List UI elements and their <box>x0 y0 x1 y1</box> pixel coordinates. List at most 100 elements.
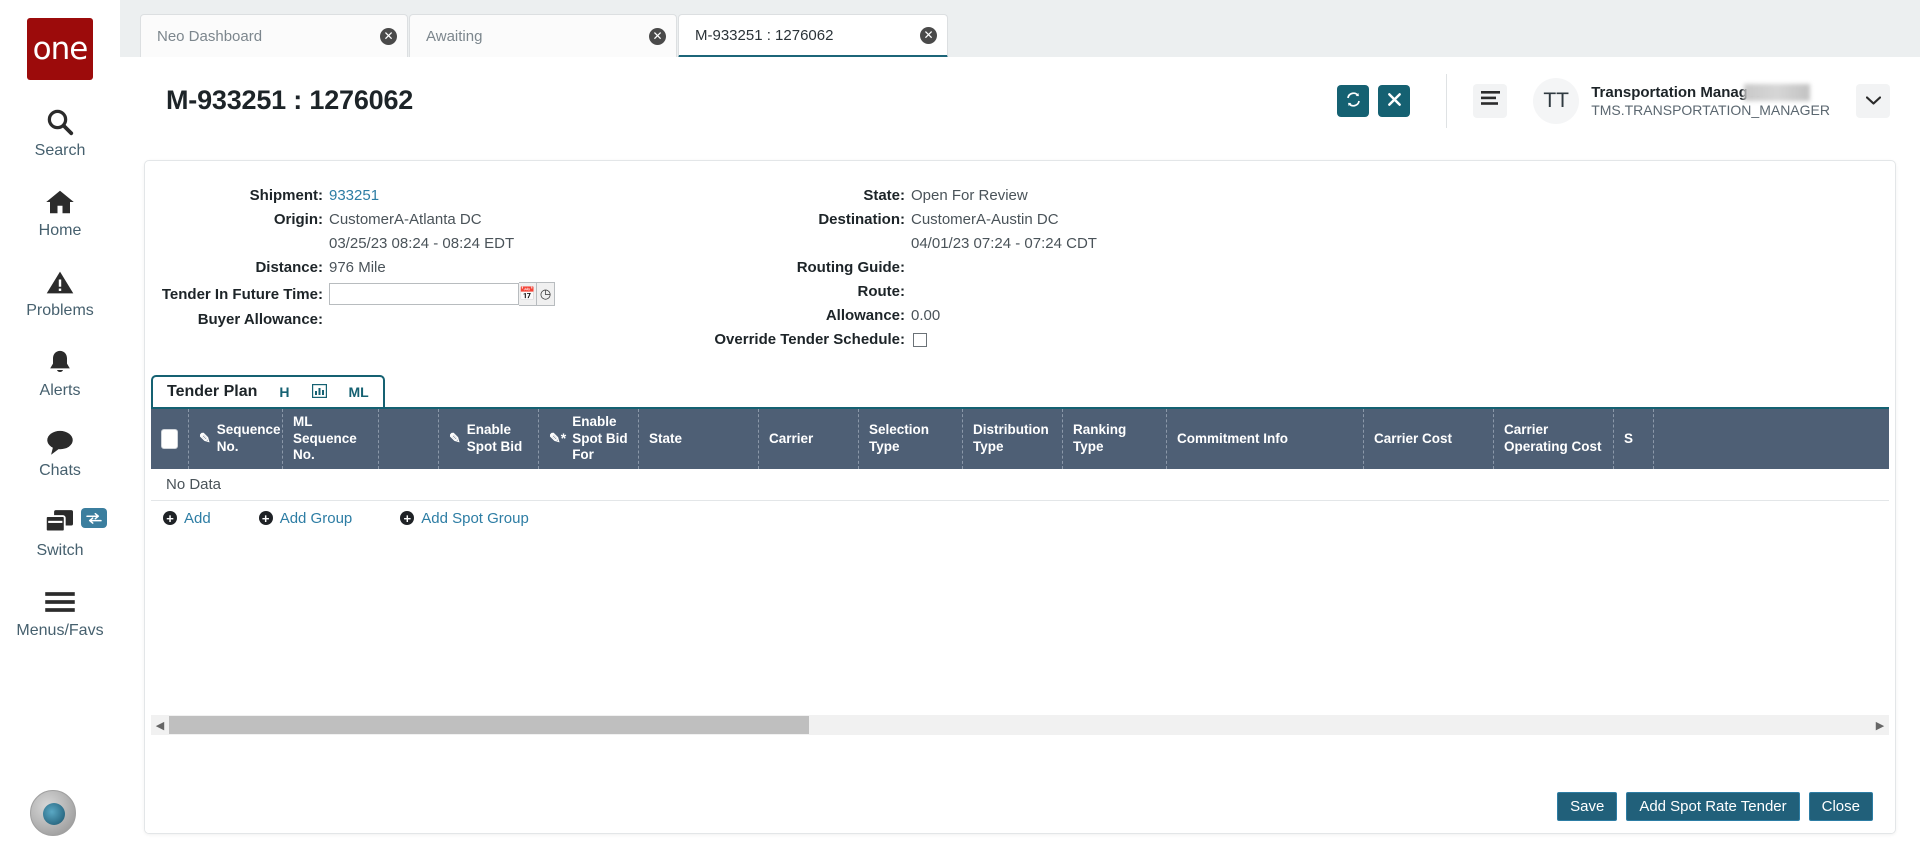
grid-col-commitment-info[interactable]: Commitment Info <box>1167 409 1364 469</box>
close-page-button[interactable] <box>1378 84 1411 117</box>
grid-empty-message: No Data <box>151 469 1889 501</box>
field-label: Distance: <box>255 259 323 276</box>
grid-col-label: ML Sequence No. <box>293 413 357 463</box>
grid-col-label: Sequence No. <box>216 422 281 454</box>
sidebar-item-alerts[interactable]: Alerts <box>0 344 120 400</box>
grid-col-ml-sequence-no[interactable]: ML Sequence No. <box>283 409 379 469</box>
tab-tender-plan[interactable]: Tender Plan H ML <box>151 375 385 407</box>
scrollbar-track[interactable] <box>169 715 1871 735</box>
card-footer: Save Add Spot Rate Tender Close <box>145 779 1895 833</box>
field-allowance: Allowance: 0.00 <box>705 307 1225 324</box>
tab-shipment-detail[interactable]: M-933251 : 1276062 ✕ <box>678 14 948 58</box>
grid-select-all-cell <box>151 409 189 469</box>
add-button[interactable]: + Add <box>163 510 211 527</box>
refresh-button[interactable] <box>1337 84 1370 117</box>
tab-neo-dashboard[interactable]: Neo Dashboard ✕ <box>140 14 408 57</box>
detail-card: Shipment: 933251 Origin: CustomerA-Atlan… <box>144 160 1896 834</box>
grid-col-s[interactable]: S <box>1614 409 1654 469</box>
grid-col-label: Commitment Info <box>1177 430 1288 446</box>
history-icon[interactable]: H <box>279 384 289 400</box>
chevron-right-icon[interactable]: ▶ <box>1871 719 1889 732</box>
sidebar-item-label: Search <box>34 142 86 159</box>
sidebar-item-home[interactable]: Home <box>0 184 120 240</box>
home-icon <box>44 184 76 220</box>
grid-action-bar: + Add + Add Group + Add Spot Group <box>151 501 1889 535</box>
grid-col-label: S <box>1624 430 1634 446</box>
field-buyer-allowance: Buyer Allowance: <box>145 311 565 328</box>
one-logo[interactable]: one <box>27 18 93 80</box>
grid-col-label: Carrier <box>769 430 814 446</box>
field-origin: Origin: CustomerA-Atlanta DC <box>145 211 565 228</box>
clock-icon[interactable]: ◷ <box>537 282 555 306</box>
page-title: M-933251 : 1276062 <box>166 85 414 115</box>
grid-col-label: Carrier Operating Cost <box>1504 422 1602 454</box>
tab-label: Tender Plan <box>167 383 258 400</box>
browser-tab-bar: Neo Dashboard ✕ Awaiting ✕ M-933251 : 12… <box>120 0 1920 58</box>
sidebar-item-switch[interactable]: Switch <box>0 504 120 560</box>
grid-col-carrier-cost[interactable]: Carrier Cost <box>1364 409 1494 469</box>
field-destination-window: 04/01/23 07:24 - 07:24 CDT <box>705 235 1265 252</box>
sidebar-item-label: Problems <box>26 302 94 319</box>
close-circle-icon[interactable]: ✕ <box>920 26 937 44</box>
grid-col-carrier[interactable]: Carrier <box>759 409 859 469</box>
grid-col-blank[interactable] <box>379 409 439 469</box>
scrollbar-thumb[interactable] <box>169 716 809 734</box>
tab-awaiting[interactable]: Awaiting ✕ <box>409 14 677 57</box>
field-destination: Destination: CustomerA-Austin DC <box>705 211 1225 228</box>
sidebar-item-label: Home <box>38 222 82 239</box>
field-label: Origin: <box>273 211 323 228</box>
bar-chart-icon[interactable] <box>311 383 327 401</box>
page-header: M-933251 : 1276062 TT Transportation Man… <box>120 57 1920 144</box>
page-menu-button[interactable] <box>1473 83 1508 118</box>
select-all-checkbox[interactable] <box>161 429 178 449</box>
close-button[interactable]: Close <box>1808 791 1873 821</box>
sidebar-item-chats[interactable]: Chats <box>0 424 120 480</box>
sidebar-item-label: Alerts <box>39 382 81 399</box>
user-menu-button[interactable] <box>1856 83 1890 118</box>
field-tender-in-future-time: Tender In Future Time: 📅 ◷ <box>145 282 625 306</box>
add-group-button[interactable]: + Add Group <box>258 510 352 527</box>
sidebar-item-problems[interactable]: Problems <box>0 264 120 320</box>
user-block[interactable]: TT Transportation Manager TMS.TRANSPORTA… <box>1533 77 1830 124</box>
machine-learning-icon[interactable]: ML <box>349 384 369 400</box>
grid-col-distribution-type[interactable]: Distribution Type <box>963 409 1063 469</box>
grid-col-ranking-type[interactable]: Ranking Type <box>1063 409 1167 469</box>
save-button[interactable]: Save <box>1557 791 1618 821</box>
sidebar-item-label: Switch <box>36 542 84 559</box>
grid-col-selection-type[interactable]: Selection Type <box>859 409 963 469</box>
grid-col-state[interactable]: State <box>639 409 759 469</box>
grid-horizontal-scrollbar[interactable]: ◀ ▶ <box>151 715 1889 735</box>
sidebar-item-search[interactable]: Search <box>0 104 120 160</box>
override-tender-schedule-checkbox[interactable] <box>913 332 927 347</box>
grid-col-label: State <box>649 430 683 446</box>
tab-label: Neo Dashboard <box>157 27 263 45</box>
calendar-icon[interactable]: 📅 <box>519 282 537 306</box>
warning-triangle-icon <box>45 264 75 300</box>
avatar-initials: TT <box>1543 88 1570 112</box>
sidebar-item-menus-favs[interactable]: Menus/Favs <box>0 584 120 640</box>
field-value[interactable]: 933251 <box>329 187 379 204</box>
tender-future-time-input[interactable] <box>329 283 519 305</box>
add-label: Add <box>184 509 211 527</box>
sidebar-item-label: Menus/Favs <box>16 622 104 639</box>
chevron-left-icon[interactable]: ◀ <box>151 719 169 732</box>
add-spot-rate-tender-button[interactable]: Add Spot Rate Tender <box>1626 791 1800 821</box>
close-circle-icon[interactable]: ✕ <box>649 27 666 45</box>
user-avatar-image[interactable] <box>30 790 76 836</box>
grid-col-sequence-no[interactable]: ✎ Sequence No. <box>189 409 283 469</box>
grid-col-enable-spot-bid-for[interactable]: ✎* Enable Spot Bid For <box>539 409 639 469</box>
add-spot-group-button[interactable]: + Add Spot Group <box>400 510 529 527</box>
swap-arrows-icon[interactable] <box>81 508 107 528</box>
field-label: Routing Guide: <box>796 259 905 276</box>
field-value: 04/01/23 07:24 - 07:24 CDT <box>911 235 1097 252</box>
close-circle-icon[interactable]: ✕ <box>380 27 397 45</box>
edit-pencil-icon: ✎ <box>449 430 461 447</box>
grid-header-row: ✎ Sequence No. ML Sequence No. ✎ Enable … <box>151 409 1889 469</box>
edit-pencil-icon: ✎ <box>199 430 211 447</box>
hamburger-icon <box>44 584 76 620</box>
grid-col-enable-spot-bid[interactable]: ✎ Enable Spot Bid <box>439 409 539 469</box>
grid-col-label: Carrier Cost <box>1374 430 1453 446</box>
user-role: TMS.TRANSPORTATION_MANAGER <box>1591 101 1830 118</box>
field-value: 03/25/23 08:24 - 08:24 EDT <box>329 235 515 252</box>
grid-col-carrier-operating-cost[interactable]: Carrier Operating Cost <box>1494 409 1614 469</box>
